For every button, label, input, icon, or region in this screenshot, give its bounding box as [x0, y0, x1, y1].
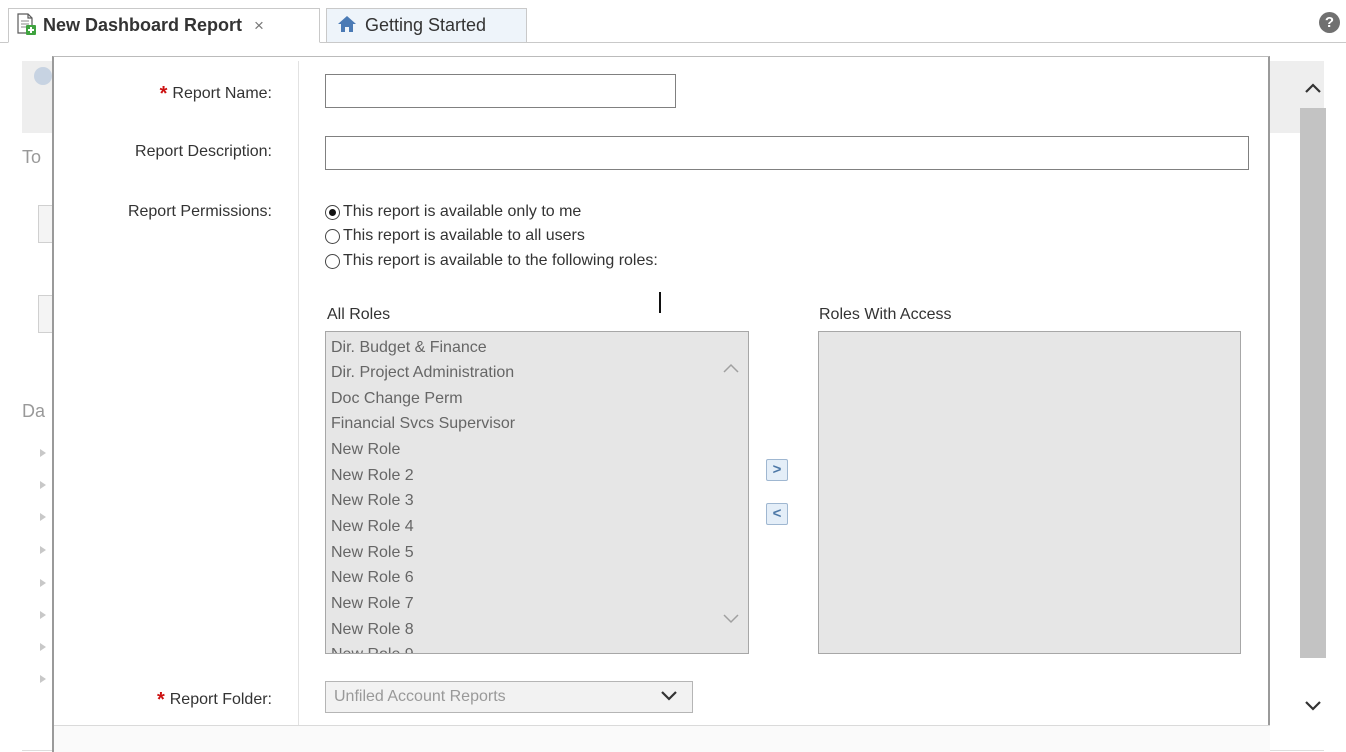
chevron-up-icon[interactable] — [722, 362, 740, 374]
list-item[interactable]: New Role 4 — [331, 517, 414, 537]
list-item[interactable]: Financial Svcs Supervisor — [331, 414, 515, 434]
tab-getting-started[interactable]: Getting Started — [326, 8, 527, 43]
label-column-divider — [298, 61, 299, 741]
required-marker: * — [156, 689, 165, 711]
all-roles-listbox[interactable]: Dir. Budget & Finance Dir. Project Admin… — [325, 331, 749, 654]
list-item[interactable]: Dir. Project Administration — [331, 363, 514, 383]
expand-triangle-icon — [40, 611, 46, 619]
report-description-label: Report Description: — [135, 143, 272, 160]
report-permissions-label: Report Permissions: — [127, 203, 272, 220]
report-description-input[interactable] — [325, 136, 1249, 170]
tab-new-dashboard-report[interactable]: New Dashboard Report × — [8, 8, 320, 43]
background-section-label: To — [22, 147, 42, 167]
tab-label: Getting Started — [365, 15, 487, 35]
expand-triangle-icon — [40, 546, 46, 554]
close-icon[interactable]: × — [254, 16, 264, 36]
report-folder-select[interactable]: Unfiled Account Reports — [325, 681, 693, 713]
list-item[interactable]: New Role — [331, 440, 400, 460]
list-item[interactable]: New Role 2 — [331, 466, 414, 486]
expand-triangle-icon — [40, 579, 46, 587]
report-name-label: * Report Name: — [159, 83, 272, 105]
text-cursor — [659, 292, 661, 313]
chevron-up-icon[interactable] — [1300, 76, 1326, 102]
move-left-button[interactable]: < — [766, 503, 788, 525]
list-item[interactable]: Doc Change Perm — [331, 389, 463, 409]
expand-triangle-icon — [40, 481, 46, 489]
expand-triangle-icon — [40, 643, 46, 651]
report-folder-label: * Report Folder: — [156, 689, 272, 711]
chevron-down-icon[interactable] — [722, 613, 740, 625]
tab-bar: New Dashboard Report × Getting Started ? — [0, 0, 1346, 44]
radio-selected[interactable] — [325, 204, 340, 220]
expand-triangle-icon — [40, 675, 46, 683]
tab-label: New Dashboard Report — [43, 15, 243, 35]
roles-with-access-listbox[interactable] — [818, 331, 1241, 654]
radio-unselected[interactable] — [325, 253, 340, 269]
list-item[interactable]: New Role 9 — [331, 645, 414, 653]
home-icon — [337, 15, 357, 37]
list-item[interactable]: New Role 7 — [331, 594, 414, 614]
permission-option-only-me[interactable]: This report is available only to me — [325, 203, 581, 221]
chevron-down-icon — [661, 691, 677, 701]
permission-option-roles[interactable]: This report is available to the followin… — [325, 252, 658, 270]
roles-with-access-caption: Roles With Access — [819, 306, 952, 323]
list-item[interactable]: New Role 8 — [331, 620, 414, 640]
scrollbar-thumb[interactable] — [1300, 108, 1326, 658]
background-section-label: Da — [22, 401, 46, 421]
new-report-icon — [15, 12, 37, 39]
permission-option-all-users[interactable]: This report is available to all users — [325, 227, 585, 245]
question-icon[interactable]: ? — [1319, 12, 1340, 33]
move-right-button[interactable]: > — [766, 459, 788, 481]
expand-triangle-icon — [40, 449, 46, 457]
list-item[interactable]: New Role 5 — [331, 543, 414, 563]
radio-unselected[interactable] — [325, 228, 340, 244]
list-item[interactable]: Dir. Budget & Finance — [331, 338, 487, 358]
required-marker: * — [159, 83, 168, 105]
expand-triangle-icon — [40, 513, 46, 521]
gear-icon — [34, 67, 52, 85]
list-item[interactable]: New Role 3 — [331, 491, 414, 511]
dialog-footer — [54, 725, 1270, 752]
report-dialog: * Report Name: Report Description: Report… — [52, 56, 1270, 752]
chevron-down-icon[interactable] — [1300, 692, 1326, 718]
report-name-input[interactable] — [325, 74, 676, 108]
list-item[interactable]: New Role 6 — [331, 568, 414, 588]
all-roles-caption: All Roles — [327, 306, 391, 323]
